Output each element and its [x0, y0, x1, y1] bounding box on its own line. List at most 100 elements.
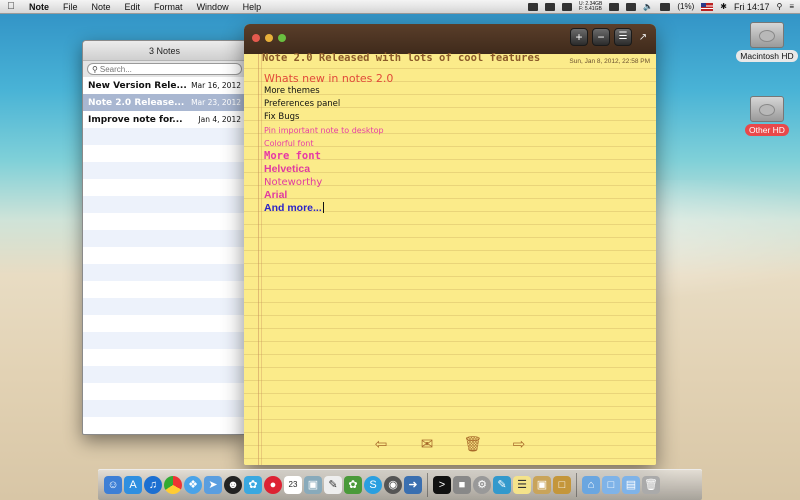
note-item-title: Note 2.0 Release... [88, 97, 185, 108]
mail-icon[interactable]: ✉ [417, 435, 437, 453]
wifi-icon[interactable] [626, 2, 637, 11]
trash-icon[interactable]: 🗑 [642, 476, 660, 494]
note-item-date: Mar 23, 2012 [191, 98, 241, 107]
evernote-icon[interactable]: ✿ [344, 476, 362, 494]
expand-icon[interactable]: ↗ [636, 32, 650, 43]
note-title[interactable]: Note 2.0 Released with lots of cool feat… [262, 52, 540, 64]
search-field[interactable]: ⚲ [87, 63, 242, 75]
battery-icon[interactable] [660, 2, 671, 11]
next-icon[interactable]: ⇨ [509, 435, 529, 453]
volume-icon[interactable]: 🔈 [643, 0, 653, 14]
package-icon[interactable]: □ [553, 476, 571, 494]
menu-window[interactable]: Window [190, 0, 236, 14]
finder-icon[interactable]: ☺ [104, 476, 122, 494]
trash-icon[interactable]: 🗑 [463, 435, 483, 453]
list-item[interactable]: New Version Rele... Mar 16, 2012 [83, 77, 246, 94]
note-body[interactable]: Whats new in notes 2.0 More themes Prefe… [264, 72, 644, 215]
add-note-icon[interactable]: + [570, 28, 588, 46]
note-line: Pin important note to desktop [264, 126, 384, 135]
home-icon[interactable]: ⌂ [582, 476, 600, 494]
notes-list: New Version Rele... Mar 16, 2012 Note 2.… [83, 77, 246, 434]
memory-chip-icon[interactable] [562, 2, 573, 11]
note-item-title: New Version Rele... [88, 80, 187, 91]
terminal-icon[interactable]: > [433, 476, 451, 494]
note-line: More themes [264, 86, 320, 96]
menu-format[interactable]: Format [147, 0, 190, 14]
box-icon[interactable]: ▣ [533, 476, 551, 494]
close-button[interactable] [252, 34, 260, 42]
note-line: Colorful font [264, 139, 314, 148]
empty-row [83, 179, 246, 196]
other-hd-disk[interactable]: Other HD [732, 96, 800, 136]
photos-icon[interactable]: ▣ [304, 476, 322, 494]
empty-row [83, 383, 246, 400]
search-input[interactable] [99, 64, 220, 74]
list-item-selected[interactable]: Note 2.0 Release... Mar 23, 2012 [83, 94, 246, 111]
note-item-date: Jan 4, 2012 [198, 115, 241, 124]
empty-row [83, 264, 246, 281]
skype-icon[interactable]: S [364, 476, 382, 494]
zoom-button[interactable] [278, 34, 286, 42]
memory-readout[interactable]: U: 2.34GB F: 5.41GB [579, 1, 602, 12]
wifi-status-icon[interactable] [528, 2, 539, 11]
notification-list-icon[interactable]: ≡ [789, 0, 794, 14]
note-line-last: And more... [264, 202, 644, 215]
menu-file[interactable]: File [56, 0, 85, 14]
bluetooth-icon[interactable]: ✱ [720, 0, 727, 14]
dropbox-icon[interactable] [545, 2, 556, 11]
menu-edit[interactable]: Edit [118, 0, 148, 14]
camera-icon[interactable]: ◉ [384, 476, 402, 494]
list-item[interactable]: Improve note for... Jan 4, 2012 [83, 111, 246, 128]
input-source-flag-icon[interactable] [701, 2, 714, 11]
note-item-title: Improve note for... [88, 114, 183, 125]
empty-row [83, 349, 246, 366]
folder-icon[interactable]: □ [602, 476, 620, 494]
upload-icon[interactable] [609, 2, 620, 11]
system-preferences-icon[interactable]: ⚙ [473, 476, 491, 494]
note-bottom-bar: ⇦ ✉ 🗑 ⇨ [244, 429, 656, 459]
empty-row [83, 315, 246, 332]
apple-menu-icon[interactable]:  [0, 0, 22, 14]
pen-icon[interactable]: ✎ [493, 476, 511, 494]
twitter-icon[interactable]: ✿ [244, 476, 262, 494]
xcode-icon[interactable]: ➜ [404, 476, 422, 494]
list-icon[interactable]: ☰ [614, 28, 632, 46]
safari-icon[interactable]: ❖ [184, 476, 202, 494]
note-item-date: Mar 16, 2012 [191, 81, 241, 90]
notes-icon[interactable]: ✎ [324, 476, 342, 494]
bird-icon[interactable]: ● [264, 476, 282, 494]
empty-row [83, 230, 246, 247]
notes-list-window: 3 Notes ⚲ New Version Rele... Mar 16, 20… [82, 40, 247, 435]
memory-free-prefix: F: [579, 5, 584, 12]
app-store-icon[interactable]: A [124, 476, 142, 494]
dock: ☺ A ♫ ❖ ➤ ☻ ✿ ● 23 ▣ ✎ ✿ S ◉ ➜ > ■ ⚙ ✎ ☰… [98, 469, 702, 500]
notepad-icon[interactable]: ☰ [513, 476, 531, 494]
delete-note-icon[interactable]: − [592, 28, 610, 46]
empty-row [83, 128, 246, 145]
menu-clock[interactable]: Fri 14:17 [734, 0, 770, 14]
empty-row [83, 281, 246, 298]
documents-folder-icon[interactable]: ▤ [622, 476, 640, 494]
battery-percent[interactable]: (1%) [677, 0, 694, 14]
menu-note[interactable]: Note [85, 0, 118, 14]
qq-icon[interactable]: ☻ [224, 476, 242, 494]
calendar-icon[interactable]: 23 [284, 476, 302, 494]
spotlight-icon[interactable]: ⚲ [776, 0, 782, 14]
note-titlebar: + − ☰ ↗ [244, 24, 656, 54]
activity-monitor-icon[interactable]: ■ [453, 476, 471, 494]
note-line: Noteworthy [264, 177, 323, 188]
menu-help[interactable]: Help [236, 0, 269, 14]
text-caret [322, 202, 324, 213]
note-line: Fix Bugs [264, 112, 300, 122]
note-line: More font [264, 150, 321, 162]
chrome-icon[interactable] [164, 476, 182, 494]
mail-send-icon[interactable]: ➤ [204, 476, 222, 494]
menu-app-name[interactable]: Note [22, 0, 56, 14]
empty-row [83, 196, 246, 213]
note-line: Preferences panel [264, 99, 341, 109]
previous-icon[interactable]: ⇦ [371, 435, 391, 453]
itunes-icon[interactable]: ♫ [144, 476, 162, 494]
macintosh-hd-disk[interactable]: Macintosh HD [732, 22, 800, 62]
minimize-button[interactable] [265, 34, 273, 42]
note-line: Arial [264, 189, 288, 201]
